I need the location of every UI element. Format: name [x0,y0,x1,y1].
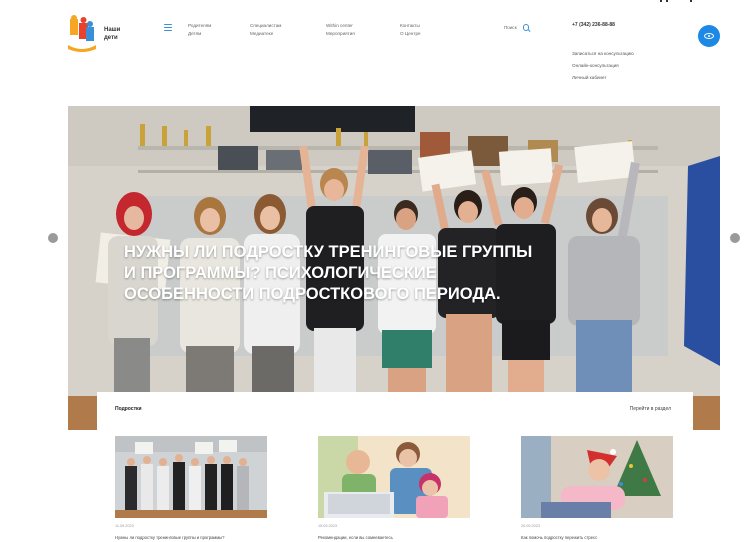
phone-number[interactable]: +7 (342) 236-88-88 [572,22,615,28]
news-card[interactable]: 20.09.2023 Как помочь подростку пережить… [521,436,673,540]
search-label: Поиск [504,25,517,30]
slider-next-button[interactable] [730,233,740,243]
nav-item-label: Родителям [188,23,212,28]
news-card-title: Как помочь подростку пережить стресс [521,535,598,540]
news-card-date: 11.09.2023 [115,524,134,528]
logo-text-line2: дети [104,35,118,41]
nav-item-label: Within center [326,23,353,28]
news-card-title: Нужны ли подростку тренинговые группы и … [115,535,225,540]
nav-item-label: Медиатеке [250,31,274,36]
news-section: Подростки Перейти в раздел 11.09.2023 Ну… [97,392,693,542]
logo-icon [66,15,98,53]
news-card[interactable]: 11.09.2023 Нужны ли подростку тренинговы… [115,436,267,540]
search-icon [522,24,530,31]
header-links: Записаться на консультацию Онлайн-консул… [572,48,634,84]
eye-icon [704,33,714,39]
news-card-date: 20.09.2023 [521,524,541,528]
news-section-heading: Подростки [115,406,142,412]
hero-title[interactable]: Нужны ли подростку тренинговые группы и … [124,242,544,305]
news-card-date: 15.09.2023 [318,524,338,528]
nav-item-label: Мероприятия [326,31,355,36]
news-card-image [318,436,470,518]
nav-item-specialists[interactable]: Специалистам Медиатеке [250,22,310,38]
news-card-image [115,436,267,518]
nav-item-label: Специалистам [250,23,282,28]
slider-prev-button[interactable] [48,233,58,243]
hero-slider[interactable]: Нужны ли подростку тренинговые группы и … [68,106,720,430]
news-card[interactable]: 15.09.2023 Рекомендации, если вы сомнева… [318,436,470,540]
link-online-consultation[interactable]: Онлайн-консультация [572,60,634,72]
logo-text-line1: Наши [104,27,121,33]
search-button[interactable]: Поиск [504,24,530,31]
news-card-title: Рекомендации, если вы сомневаетесь [318,535,393,540]
link-appointment[interactable]: Записаться на консультацию [572,48,634,60]
nav-item-label: Контакты [400,23,420,28]
news-all-link[interactable]: Перейти в раздел [630,406,671,412]
nav-item-about[interactable]: Контакты О Центре [400,22,460,38]
nav-item-label: О Центре [400,31,421,36]
nav-item-parents[interactable]: Родителям Детям [188,22,248,38]
site-logo[interactable]: Наши дети [66,14,136,54]
news-card-image [521,436,673,518]
corner-decoration [660,0,696,3]
nav-item-label: Детям [188,31,202,36]
site-header: Наши дети Родителям Детям Специалистам М… [0,0,746,100]
nav-item-events[interactable]: Within center Мероприятия [326,22,386,38]
logo-text: Наши дети [104,26,134,42]
menu-icon[interactable] [164,24,172,31]
link-personal-account[interactable]: Личный кабинет [572,72,634,84]
accessibility-button[interactable] [698,25,720,47]
